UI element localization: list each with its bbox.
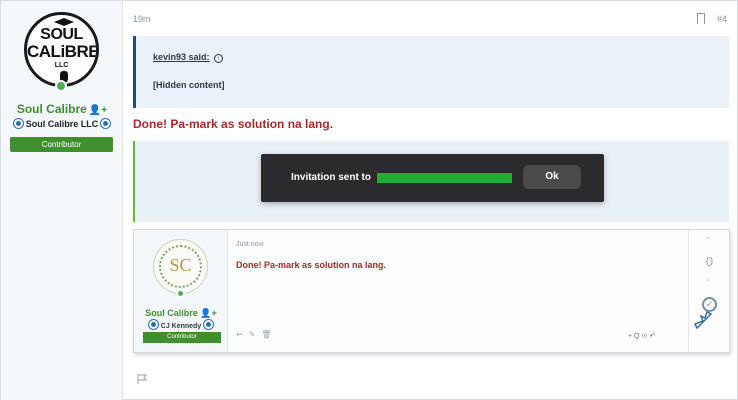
arrow-up-icon[interactable]: ↑ — [213, 54, 223, 63]
embed-banner: Contributor — [143, 332, 221, 343]
post-time[interactable]: 19m — [133, 14, 151, 24]
ok-button[interactable]: Ok — [523, 165, 581, 189]
embed-avatar: SC — [153, 239, 208, 294]
toast-message: Invitation sent to — [291, 172, 371, 183]
embed-user-column: SC Soul Calibre 👤+ CJ Kennedy Contributo… — [134, 230, 228, 352]
embed-user-title-text: CJ Kennedy — [160, 323, 202, 330]
hidden-content: [Hidden content] — [153, 80, 225, 90]
redacted-recipient — [377, 173, 512, 183]
embed-username: Soul Calibre 👤+ — [134, 308, 228, 319]
user-column: SOUL CALiBRE LLC Soul Calibre 👤+ Soul Cal… — [1, 1, 123, 400]
post-message: Done! Pa-mark as solution na lang. — [133, 117, 334, 131]
badge-icon-right — [101, 119, 111, 128]
embed-online-icon — [176, 289, 185, 298]
vote-count: 0 — [705, 254, 714, 269]
embed-user-title: CJ Kennedy — [134, 320, 228, 330]
user-banner: Contributor — [10, 137, 113, 152]
username[interactable]: Soul Calibre 👤+ — [1, 102, 123, 116]
quote-author[interactable]: kevin93 said: ↑ — [153, 52, 223, 63]
downvote-chevron-icon: ⌄ — [705, 274, 712, 283]
embed-badge-icon — [148, 320, 158, 329]
quote-author-text[interactable]: kevin93 said: — [153, 52, 210, 62]
bookmark-icon[interactable] — [697, 13, 705, 24]
embed-avatar-text: SC — [169, 255, 192, 275]
logo-text-line3: LLC — [54, 62, 69, 69]
logo-text-line1: SOUL — [40, 26, 83, 43]
embed-time: Just now — [236, 241, 264, 248]
user-avatar[interactable]: SOUL CALiBRE LLC — [24, 12, 99, 87]
badge-icon — [13, 119, 23, 128]
embed-follow-icon: 👤+ — [200, 308, 217, 318]
embed-username-text: Soul Calibre — [145, 308, 198, 318]
post-number[interactable]: #4 — [717, 14, 727, 24]
upvote-chevron-icon: ⌃ — [705, 236, 712, 245]
follow-user-icon[interactable]: 👤+ — [89, 105, 107, 116]
embed-badge-icon-right — [204, 320, 214, 329]
post-frame: SOUL CALiBRE LLC Soul Calibre 👤+ Soul Cal… — [0, 0, 738, 400]
embed-action-icons: ↩✎🗑 — [236, 330, 278, 339]
quote-block: kevin93 said: ↑ [Hidden content] — [133, 36, 729, 108]
embedded-screenshot: SC Soul Calibre 👤+ CJ Kennedy Contributo… — [133, 229, 730, 353]
embed-message: Done! Pa-mark as solution na lang. — [236, 260, 387, 270]
report-flag-icon[interactable] — [137, 374, 147, 384]
invitation-toast: Invitation sent to Ok — [261, 154, 604, 202]
hand-cursor-icon — [693, 310, 713, 330]
user-title-text: Soul Calibre LLC — [25, 119, 99, 129]
username-text[interactable]: Soul Calibre — [17, 102, 87, 116]
embed-quote-actions: + Q ♾ ↶ — [628, 333, 656, 340]
online-status-icon — [55, 80, 67, 92]
embed-vote-column: ⌃ 0 ⌄ ✓ — [688, 230, 729, 352]
user-title: Soul Calibre LLC — [1, 119, 123, 129]
logo-text-line2: CALiBRE — [27, 42, 99, 61]
